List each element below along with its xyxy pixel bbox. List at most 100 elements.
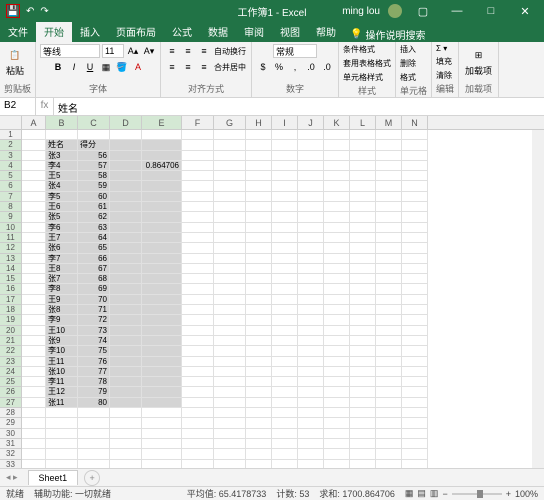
cell[interactable]: 张9 [46, 336, 78, 346]
row-header[interactable]: 21 [0, 336, 22, 346]
cell[interactable] [272, 181, 298, 191]
zoom-control[interactable]: ▦ ▤ ▥ − + 100% [405, 488, 538, 499]
cell[interactable] [246, 336, 272, 346]
col-header[interactable]: M [376, 116, 402, 129]
cell[interactable]: 0.864706 [142, 161, 182, 171]
cell[interactable] [272, 264, 298, 274]
cell[interactable] [110, 336, 142, 346]
cell[interactable]: 67 [78, 264, 110, 274]
formula-input[interactable]: 姓名 [54, 98, 544, 115]
col-header[interactable]: N [402, 116, 428, 129]
cell[interactable] [324, 305, 350, 315]
cell[interactable] [182, 326, 214, 336]
font-size-combo[interactable]: 11 [102, 44, 124, 58]
cell[interactable] [22, 336, 46, 346]
cell[interactable] [324, 212, 350, 222]
cell[interactable] [142, 449, 182, 459]
cell[interactable]: 56 [78, 151, 110, 161]
cell[interactable] [402, 315, 428, 325]
cell[interactable] [110, 202, 142, 212]
cell[interactable] [214, 377, 246, 387]
cell[interactable] [142, 295, 182, 305]
cell[interactable] [246, 418, 272, 428]
cell[interactable] [110, 377, 142, 387]
cell[interactable] [182, 192, 214, 202]
cell[interactable]: 69 [78, 284, 110, 294]
cell[interactable]: 63 [78, 223, 110, 233]
cell[interactable] [214, 387, 246, 397]
cell[interactable]: 张11 [46, 398, 78, 408]
cell[interactable] [246, 295, 272, 305]
cell[interactable] [298, 274, 324, 284]
cell[interactable] [246, 181, 272, 191]
cell[interactable] [22, 161, 46, 171]
cell[interactable] [246, 151, 272, 161]
cell[interactable] [376, 212, 402, 222]
cell[interactable] [182, 398, 214, 408]
cell[interactable] [142, 357, 182, 367]
cell[interactable] [22, 367, 46, 377]
cell[interactable] [246, 398, 272, 408]
cell[interactable] [110, 181, 142, 191]
cell[interactable] [110, 449, 142, 459]
cell[interactable] [246, 305, 272, 315]
row-header[interactable]: 29 [0, 418, 22, 428]
cell[interactable] [110, 171, 142, 181]
row-header[interactable]: 15 [0, 274, 22, 284]
cell[interactable] [46, 418, 78, 428]
cell[interactable]: 57 [78, 161, 110, 171]
sheet-tab[interactable]: Sheet1 [28, 470, 79, 485]
cell[interactable] [376, 449, 402, 459]
cell[interactable] [376, 192, 402, 202]
cell[interactable] [22, 398, 46, 408]
cell[interactable] [214, 233, 246, 243]
tab-home[interactable]: 开始 [36, 21, 72, 42]
cell[interactable] [110, 254, 142, 264]
col-header[interactable]: H [246, 116, 272, 129]
percent-icon[interactable]: % [272, 60, 286, 74]
cell[interactable] [182, 243, 214, 253]
cell[interactable] [182, 181, 214, 191]
cell[interactable] [272, 171, 298, 181]
cell[interactable] [246, 346, 272, 356]
tab-review[interactable]: 审阅 [236, 21, 272, 42]
cell[interactable] [350, 223, 376, 233]
cell[interactable] [214, 429, 246, 439]
cell[interactable]: 王10 [46, 326, 78, 336]
cell[interactable] [22, 295, 46, 305]
cell[interactable] [214, 408, 246, 418]
cell[interactable] [350, 233, 376, 243]
row-header[interactable]: 11 [0, 233, 22, 243]
spreadsheet-grid[interactable]: ABCDEFGHIJKLMN 12姓名得分3张3564李4570.8647065… [0, 116, 544, 471]
row-header[interactable]: 32 [0, 449, 22, 459]
cell[interactable] [46, 429, 78, 439]
cell[interactable] [272, 305, 298, 315]
vertical-scrollbar[interactable] [532, 130, 544, 471]
cell[interactable] [376, 315, 402, 325]
maximize-button[interactable]: □ [478, 5, 504, 17]
cell[interactable] [350, 151, 376, 161]
cell[interactable] [142, 398, 182, 408]
tab-help[interactable]: 帮助 [308, 21, 344, 42]
cell[interactable] [324, 398, 350, 408]
clear-button[interactable]: 清除 [436, 70, 452, 81]
cell[interactable] [182, 295, 214, 305]
row-header[interactable]: 1 [0, 130, 22, 140]
cell[interactable] [246, 439, 272, 449]
cell[interactable] [350, 284, 376, 294]
cell[interactable] [22, 326, 46, 336]
cell[interactable] [142, 429, 182, 439]
cell[interactable] [350, 418, 376, 428]
cell[interactable]: 73 [78, 326, 110, 336]
cell[interactable] [182, 140, 214, 150]
cell[interactable] [298, 408, 324, 418]
cell[interactable] [402, 264, 428, 274]
cell[interactable] [182, 387, 214, 397]
cell[interactable] [22, 212, 46, 222]
cell[interactable] [272, 418, 298, 428]
cell[interactable] [376, 223, 402, 233]
cell[interactable] [246, 387, 272, 397]
cell[interactable]: 王6 [46, 202, 78, 212]
decrease-font-icon[interactable]: A▾ [142, 44, 156, 58]
row-header[interactable]: 26 [0, 387, 22, 397]
